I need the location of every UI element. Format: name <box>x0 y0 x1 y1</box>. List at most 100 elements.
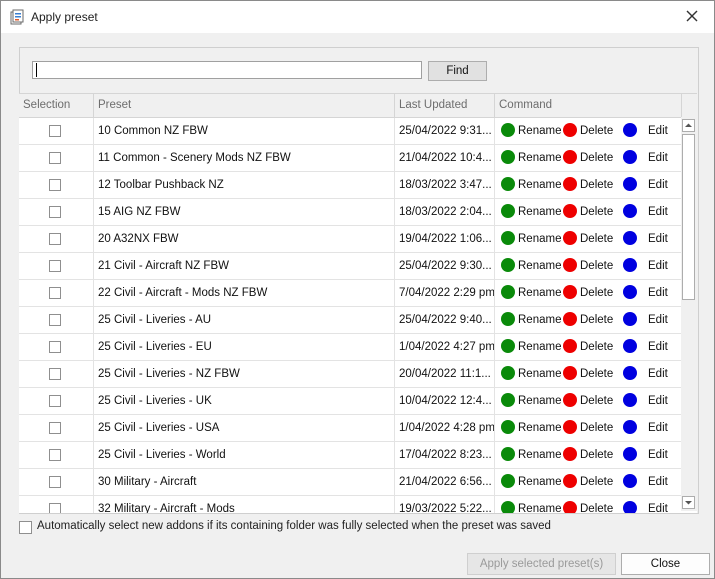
scroll-thumb[interactable] <box>682 134 695 300</box>
table-row[interactable]: 10 Common NZ FBW 25/04/2022 9:31... Rename… <box>19 118 682 145</box>
edit-link[interactable]: Edit <box>623 469 668 495</box>
edit-link[interactable]: Edit <box>623 226 668 252</box>
delete-link[interactable]: Delete <box>563 172 613 198</box>
row-checkbox[interactable] <box>49 503 61 513</box>
rename-label: Rename <box>518 341 562 353</box>
edit-link[interactable]: Edit <box>623 118 668 144</box>
rename-link[interactable]: Rename <box>501 280 561 306</box>
edit-link[interactable]: Edit <box>623 253 668 279</box>
rename-link[interactable]: Rename <box>501 253 561 279</box>
table-row[interactable]: 20 A32NX FBW 19/04/2022 1:06... Rename Dele… <box>19 226 682 253</box>
table-row[interactable]: 25 Civil - Liveries - NZ FBW 20/04/2022 1… <box>19 361 682 388</box>
row-checkbox[interactable] <box>49 287 61 299</box>
delete-link[interactable]: Delete <box>563 226 613 252</box>
rename-link[interactable]: Rename <box>501 307 561 333</box>
rename-link[interactable]: Rename <box>501 361 561 387</box>
search-input[interactable] <box>32 61 422 79</box>
table-row[interactable]: 25 Civil - Liveries - EU 1/04/2022 4:27 p… <box>19 334 682 361</box>
table-row[interactable]: 25 Civil - Liveries - World 17/04/2022 8:… <box>19 442 682 469</box>
table-row[interactable]: 21 Civil - Aircraft NZ FBW 25/04/2022 9:3… <box>19 253 682 280</box>
row-checkbox[interactable] <box>49 395 61 407</box>
delete-link[interactable]: Delete <box>563 145 613 171</box>
delete-link[interactable]: Delete <box>563 388 613 414</box>
delete-link[interactable]: Delete <box>563 496 613 513</box>
row-checkbox[interactable] <box>49 314 61 326</box>
row-checkbox[interactable] <box>49 368 61 380</box>
row-checkbox[interactable] <box>49 341 61 353</box>
rename-link[interactable]: Rename <box>501 442 561 468</box>
auto-select-checkbox[interactable] <box>19 521 32 534</box>
last-updated: 25/04/2022 9:30... <box>395 253 495 279</box>
table-row[interactable]: 12 Toolbar Pushback NZ 18/03/2022 3:47...… <box>19 172 682 199</box>
row-checkbox[interactable] <box>49 206 61 218</box>
table-row[interactable]: 25 Civil - Liveries - USA 1/04/2022 4:28 … <box>19 415 682 442</box>
preset-grid: Selection Preset Last Updated Command 10… <box>19 93 697 513</box>
vertical-scrollbar[interactable] <box>681 117 697 511</box>
rename-link[interactable]: Rename <box>501 496 561 513</box>
scroll-up-button[interactable] <box>682 119 695 132</box>
rename-link[interactable]: Rename <box>501 118 561 144</box>
scroll-down-button[interactable] <box>682 496 695 509</box>
rename-link[interactable]: Rename <box>501 172 561 198</box>
delete-link[interactable]: Delete <box>563 199 613 225</box>
close-button[interactable]: Close <box>621 553 710 575</box>
row-checkbox[interactable] <box>49 125 61 137</box>
last-updated: 7/04/2022 2:29 pm <box>395 280 495 306</box>
rename-link[interactable]: Rename <box>501 334 561 360</box>
table-row[interactable]: 11 Common - Scenery Mods NZ FBW 21/04/202… <box>19 145 682 172</box>
row-checkbox[interactable] <box>49 422 61 434</box>
command-cell: Rename Delete Edit <box>495 253 682 279</box>
close-icon[interactable] <box>684 8 700 24</box>
column-header-selection[interactable]: Selection <box>19 94 94 117</box>
preset-name: 11 Common - Scenery Mods NZ FBW <box>94 145 395 171</box>
edit-link[interactable]: Edit <box>623 388 668 414</box>
delete-link[interactable]: Delete <box>563 118 613 144</box>
table-row[interactable]: 30 Military - Aircraft 21/04/2022 6:56...… <box>19 469 682 496</box>
row-checkbox[interactable] <box>49 233 61 245</box>
row-checkbox[interactable] <box>49 260 61 272</box>
delete-link[interactable]: Delete <box>563 442 613 468</box>
red-circle-icon <box>563 338 577 353</box>
row-checkbox[interactable] <box>49 152 61 164</box>
edit-link[interactable]: Edit <box>623 172 668 198</box>
edit-link[interactable]: Edit <box>623 280 668 306</box>
preset-name: 22 Civil - Aircraft - Mods NZ FBW <box>94 280 395 306</box>
edit-link[interactable]: Edit <box>623 334 668 360</box>
edit-link[interactable]: Edit <box>623 145 668 171</box>
edit-link[interactable]: Edit <box>623 307 668 333</box>
table-row[interactable]: 32 Military - Aircraft - Mods 19/03/2022 … <box>19 496 682 513</box>
rename-link[interactable]: Rename <box>501 415 561 441</box>
column-header-command[interactable]: Command <box>495 94 682 117</box>
edit-label: Edit <box>648 368 668 380</box>
delete-link[interactable]: Delete <box>563 469 613 495</box>
table-row[interactable]: 25 Civil - Liveries - UK 10/04/2022 12:4.… <box>19 388 682 415</box>
delete-link[interactable]: Delete <box>563 415 613 441</box>
find-button[interactable]: Find <box>428 61 487 81</box>
edit-link[interactable]: Edit <box>623 415 668 441</box>
table-row[interactable]: 15 AIG NZ FBW 18/03/2022 2:04... Rename Del… <box>19 199 682 226</box>
rename-link[interactable]: Rename <box>501 388 561 414</box>
edit-link[interactable]: Edit <box>623 361 668 387</box>
rename-link[interactable]: Rename <box>501 469 561 495</box>
row-checkbox[interactable] <box>49 476 61 488</box>
column-header-last-updated[interactable]: Last Updated <box>395 94 495 117</box>
edit-link[interactable]: Edit <box>623 496 668 513</box>
row-checkbox[interactable] <box>49 179 61 191</box>
delete-link[interactable]: Delete <box>563 307 613 333</box>
delete-link[interactable]: Delete <box>563 334 613 360</box>
table-row[interactable]: 22 Civil - Aircraft - Mods NZ FBW 7/04/20… <box>19 280 682 307</box>
rename-link[interactable]: Rename <box>501 145 561 171</box>
row-checkbox[interactable] <box>49 449 61 461</box>
rename-link[interactable]: Rename <box>501 226 561 252</box>
rename-link[interactable]: Rename <box>501 199 561 225</box>
column-header-preset[interactable]: Preset <box>94 94 395 117</box>
command-cell: Rename Delete Edit <box>495 442 682 468</box>
delete-link[interactable]: Delete <box>563 253 613 279</box>
delete-link[interactable]: Delete <box>563 361 613 387</box>
edit-link[interactable]: Edit <box>623 199 668 225</box>
delete-link[interactable]: Delete <box>563 280 613 306</box>
delete-label: Delete <box>580 179 614 191</box>
apply-selected-presets-button[interactable]: Apply selected preset(s) <box>467 553 616 575</box>
edit-link[interactable]: Edit <box>623 442 668 468</box>
table-row[interactable]: 25 Civil - Liveries - AU 25/04/2022 9:40.… <box>19 307 682 334</box>
